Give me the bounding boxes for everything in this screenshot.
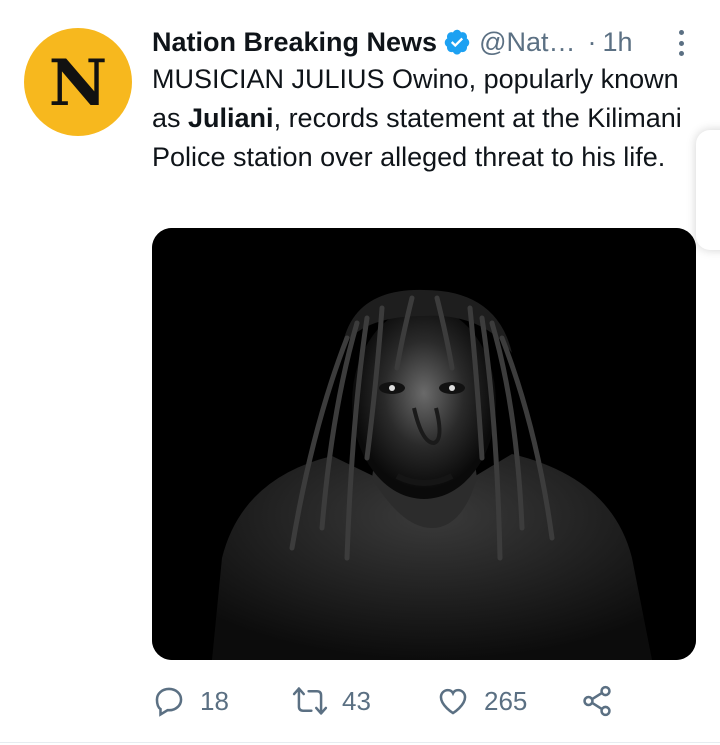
share-icon xyxy=(583,685,611,717)
avatar-letter: N xyxy=(48,46,108,121)
retweet-count: 43 xyxy=(342,685,371,716)
account-name[interactable]: Nation Breaking News xyxy=(152,27,437,58)
reply-button[interactable]: 18 xyxy=(152,680,229,722)
retweet-icon xyxy=(292,687,328,715)
tweet-timestamp[interactable]: 1h xyxy=(603,27,633,58)
separator-dot: · xyxy=(587,26,597,57)
tweet-card[interactable]: N Nation Breaking News @Nat… · 1h MUSICI… xyxy=(0,0,720,745)
verified-badge-icon xyxy=(444,29,470,55)
side-panel-edge xyxy=(696,130,720,250)
tweet-actions: 18 43 265 xyxy=(152,680,692,722)
photo-portrait-image xyxy=(152,228,696,660)
like-icon xyxy=(439,688,467,715)
tweet-divider xyxy=(0,742,720,743)
tweet-text: MUSICIAN JULIUS Owino, popularly known a… xyxy=(152,60,692,177)
tweet-text-bold: Juliani xyxy=(188,103,274,133)
share-button[interactable] xyxy=(580,680,614,722)
like-button[interactable]: 265 xyxy=(436,680,527,722)
tweet-photo[interactable] xyxy=(152,228,696,660)
tweet-header: Nation Breaking News @Nat… · 1h xyxy=(152,22,692,62)
like-count: 265 xyxy=(484,685,528,716)
reply-icon xyxy=(155,687,183,717)
more-options-icon[interactable] xyxy=(672,28,690,58)
retweet-button[interactable]: 43 xyxy=(292,680,371,722)
reply-count: 18 xyxy=(200,685,229,716)
account-handle[interactable]: @Nat… xyxy=(479,27,575,58)
avatar[interactable]: N xyxy=(24,28,132,136)
